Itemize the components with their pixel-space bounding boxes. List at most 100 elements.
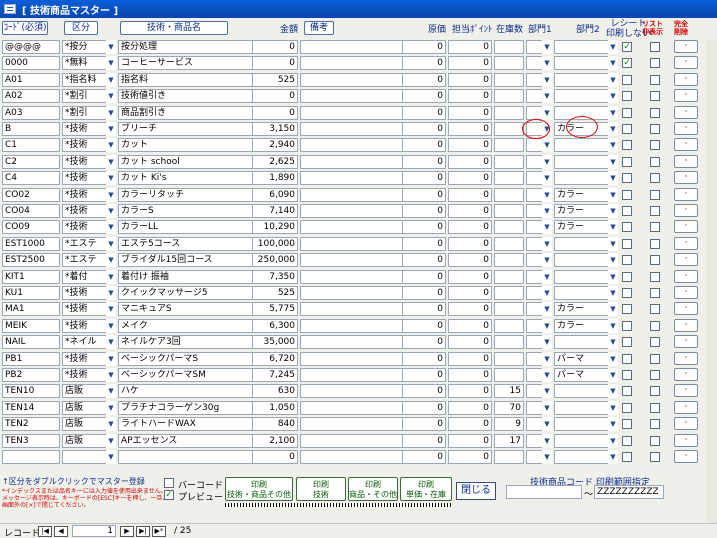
amount-field[interactable]: 0: [252, 89, 298, 104]
code-field[interactable]: KIT1: [2, 269, 60, 284]
stock-field[interactable]: [494, 187, 524, 202]
chevron-down-icon[interactable]: ▼: [106, 40, 116, 54]
points-field[interactable]: 0: [448, 40, 492, 54]
chevron-down-icon[interactable]: ▼: [608, 105, 618, 120]
receipt-no-print-checkbox[interactable]: [622, 206, 632, 216]
stock-field[interactable]: 17: [494, 433, 524, 448]
chevron-down-icon[interactable]: ▼: [542, 138, 552, 153]
delete-record-button[interactable]: ·: [674, 368, 698, 381]
chevron-down-icon[interactable]: ▼: [608, 302, 618, 317]
stock-field[interactable]: [494, 171, 524, 186]
receipt-no-print-checkbox[interactable]: [622, 91, 632, 102]
list-hidden-checkbox[interactable]: [650, 206, 660, 216]
code-field[interactable]: A03: [2, 105, 60, 120]
amount-field[interactable]: 630: [252, 384, 298, 399]
chevron-down-icon[interactable]: ▼: [542, 400, 552, 415]
receipt-no-print-checkbox[interactable]: [622, 337, 632, 348]
delete-record-button[interactable]: ·: [674, 40, 698, 53]
chevron-down-icon[interactable]: ▼: [608, 138, 618, 153]
stock-field[interactable]: [494, 72, 524, 87]
code-field[interactable]: MEIK: [2, 318, 60, 333]
delete-record-button[interactable]: ·: [674, 187, 698, 201]
chevron-down-icon[interactable]: ▼: [106, 138, 116, 153]
delete-record-button[interactable]: ·: [674, 89, 698, 103]
cost-field[interactable]: 0: [402, 56, 446, 71]
next-record-button[interactable]: ▶: [120, 526, 134, 537]
chevron-down-icon[interactable]: ▼: [608, 154, 618, 169]
points-field[interactable]: 0: [448, 400, 492, 415]
chevron-down-icon[interactable]: ▼: [542, 72, 552, 87]
list-hidden-checkbox[interactable]: [650, 353, 660, 364]
cost-field[interactable]: 0: [402, 204, 446, 218]
code-field[interactable]: EST1000: [2, 236, 60, 251]
delete-record-button[interactable]: ·: [674, 105, 698, 119]
cost-field[interactable]: 0: [402, 318, 446, 333]
delete-record-button[interactable]: ·: [674, 269, 698, 283]
amount-field[interactable]: 7,350: [252, 269, 298, 284]
chevron-down-icon[interactable]: ▼: [542, 89, 552, 104]
points-field[interactable]: 0: [448, 204, 492, 218]
chevron-down-icon[interactable]: ▼: [106, 56, 116, 71]
chevron-down-icon[interactable]: ▼: [106, 253, 116, 268]
chevron-down-icon[interactable]: ▼: [608, 433, 618, 448]
stock-field[interactable]: [494, 89, 524, 104]
chevron-down-icon[interactable]: ▼: [608, 351, 618, 366]
amount-field[interactable]: 0: [252, 105, 298, 120]
chevron-down-icon[interactable]: ▼: [542, 450, 552, 464]
chevron-down-icon[interactable]: ▼: [106, 154, 116, 169]
points-field[interactable]: 0: [448, 138, 492, 153]
receipt-no-print-checkbox[interactable]: [622, 386, 632, 397]
chevron-down-icon[interactable]: ▼: [608, 286, 618, 300]
points-field[interactable]: 0: [448, 450, 492, 464]
note-button[interactable]: 備考: [304, 21, 334, 35]
list-hidden-checkbox[interactable]: [650, 42, 660, 52]
receipt-no-print-checkbox[interactable]: [622, 353, 632, 364]
code-field[interactable]: @@@@: [2, 40, 60, 54]
cost-field[interactable]: 0: [402, 171, 446, 186]
stock-field[interactable]: [494, 351, 524, 366]
chevron-down-icon[interactable]: ▼: [608, 40, 618, 54]
delete-record-button[interactable]: ·: [674, 384, 698, 398]
chevron-down-icon[interactable]: ▼: [608, 335, 618, 350]
list-hidden-checkbox[interactable]: [650, 222, 660, 233]
points-field[interactable]: 0: [448, 318, 492, 333]
chevron-down-icon[interactable]: ▼: [542, 433, 552, 448]
amount-field[interactable]: 2,940: [252, 138, 298, 153]
receipt-no-print-checkbox[interactable]: [622, 452, 632, 462]
cost-field[interactable]: 0: [402, 220, 446, 235]
name-sort-button[interactable]: 技術・商品名: [120, 21, 228, 35]
amount-field[interactable]: 6,720: [252, 351, 298, 366]
code-sort-button[interactable]: ｺｰﾄﾞ(必須): [2, 21, 48, 35]
points-field[interactable]: 0: [448, 105, 492, 120]
print-unit-button[interactable]: 印刷 単価・在庫: [400, 477, 452, 501]
chevron-down-icon[interactable]: ▼: [608, 269, 618, 284]
chevron-down-icon[interactable]: ▼: [106, 269, 116, 284]
list-hidden-checkbox[interactable]: [650, 74, 660, 85]
chevron-down-icon[interactable]: ▼: [542, 56, 552, 71]
receipt-no-print-checkbox[interactable]: [622, 419, 632, 430]
chevron-down-icon[interactable]: ▼: [608, 187, 618, 202]
code-field[interactable]: C2: [2, 154, 60, 169]
stock-field[interactable]: [494, 368, 524, 382]
range-start-input[interactable]: [506, 485, 582, 499]
chevron-down-icon[interactable]: ▼: [106, 236, 116, 251]
receipt-no-print-checkbox[interactable]: [622, 124, 632, 134]
delete-record-button[interactable]: ·: [674, 417, 698, 431]
receipt-no-print-checkbox[interactable]: [622, 271, 632, 282]
delete-record-button[interactable]: ·: [674, 335, 698, 349]
delete-record-button[interactable]: ·: [674, 450, 698, 463]
cost-field[interactable]: 0: [402, 89, 446, 104]
points-field[interactable]: 0: [448, 220, 492, 235]
amount-field[interactable]: 7,245: [252, 368, 298, 382]
amount-field[interactable]: 840: [252, 417, 298, 432]
cost-field[interactable]: 0: [402, 236, 446, 251]
points-field[interactable]: 0: [448, 236, 492, 251]
delete-record-button[interactable]: ·: [674, 302, 698, 316]
chevron-down-icon[interactable]: ▼: [106, 122, 116, 136]
amount-field[interactable]: 7,140: [252, 204, 298, 218]
stock-field[interactable]: [494, 40, 524, 54]
amount-field[interactable]: 2,625: [252, 154, 298, 169]
chevron-down-icon[interactable]: ▼: [608, 450, 618, 464]
amount-field[interactable]: 5,775: [252, 302, 298, 317]
chevron-down-icon[interactable]: ▼: [542, 236, 552, 251]
